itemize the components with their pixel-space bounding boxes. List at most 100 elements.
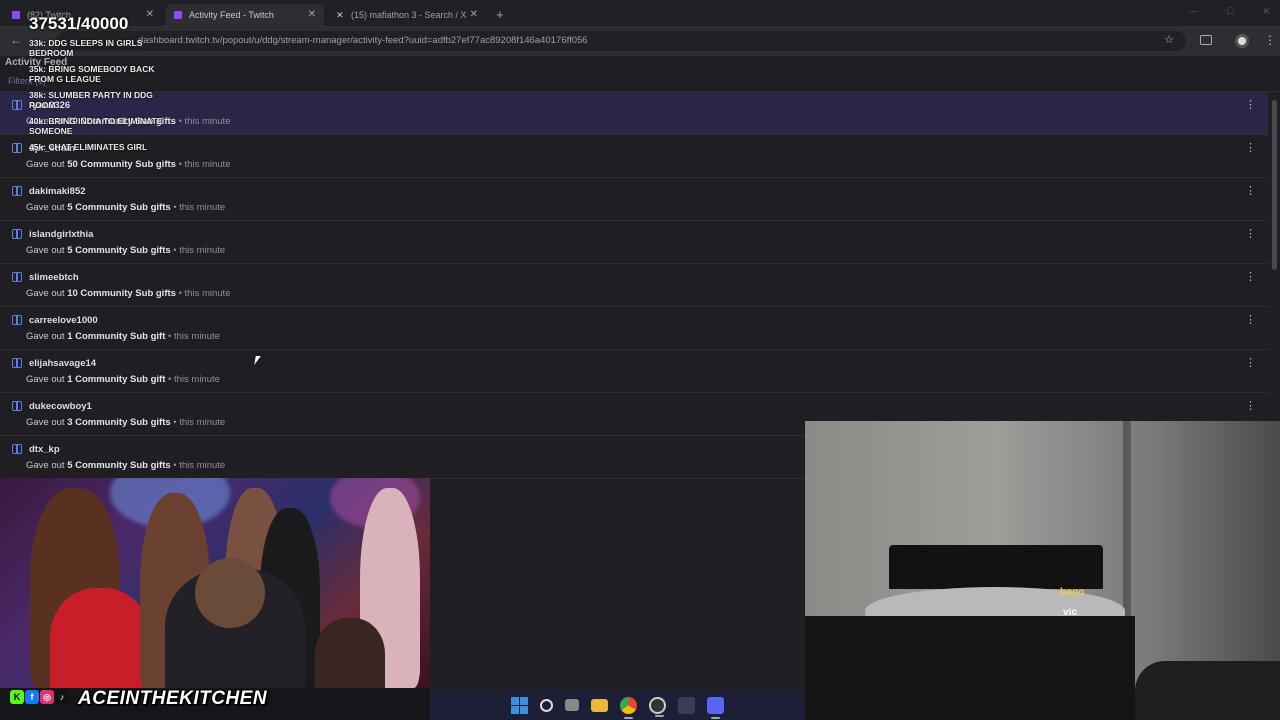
- streamer-name: ACEINTHEKITCHEN: [78, 688, 268, 709]
- minimize-icon[interactable]: —: [1189, 6, 1198, 17]
- sub-goal-counter: 37531/40000: [29, 14, 129, 33]
- bookmark-star-icon[interactable]: ☆: [1164, 33, 1174, 46]
- close-icon[interactable]: ✕: [308, 9, 316, 20]
- obs-icon[interactable]: [649, 696, 666, 717]
- twitch-icon: [174, 11, 182, 19]
- profile-avatar-icon[interactable]: [1235, 34, 1249, 48]
- feed-time: • this minute: [165, 374, 220, 385]
- gift-icon: [12, 100, 22, 110]
- more-options-icon[interactable]: ⋮: [1245, 399, 1256, 412]
- tiktok-icon: ♪: [55, 690, 69, 704]
- more-options-icon[interactable]: ⋮: [1245, 270, 1256, 283]
- file-explorer-icon[interactable]: [591, 698, 608, 712]
- chrome-icon[interactable]: [620, 696, 637, 719]
- twitch-icon: [12, 11, 20, 19]
- scrollbar-thumb[interactable]: [1272, 100, 1277, 270]
- feed-time: • this minute: [165, 331, 220, 342]
- feed-description: Gave out 3 Community Sub gifts • this mi…: [26, 417, 225, 428]
- desc-prefix: Gave out: [26, 245, 68, 256]
- tab-activity-feed[interactable]: Activity Feed - Twitch ✕: [166, 4, 324, 26]
- omnibox[interactable]: dashboard.twitch.tv/popout/u/ddg/stream-…: [56, 31, 1186, 51]
- more-options-icon[interactable]: ⋮: [1245, 227, 1256, 240]
- more-options-icon[interactable]: ⋮: [1245, 313, 1256, 326]
- milestone-item: 38k: SLUMBER PARTY IN DDG ROOM: [29, 90, 153, 110]
- active-indicator: [711, 716, 720, 719]
- gift-icon: [12, 315, 22, 325]
- address-bar: ← dashboard.twitch.tv/popout/u/ddg/strea…: [0, 26, 1280, 56]
- close-window-icon[interactable]: ✕: [1262, 6, 1270, 17]
- discord-icon[interactable]: [707, 696, 724, 719]
- windows-start-icon[interactable]: [511, 696, 528, 714]
- back-arrow-icon[interactable]: ←: [10, 33, 22, 47]
- search-icon[interactable]: [540, 698, 553, 712]
- active-indicator: [624, 716, 633, 719]
- extensions-icon[interactable]: [1200, 35, 1212, 45]
- feed-item[interactable]: ryan2326 Gave out 20 Community Sub gifts…: [0, 92, 1268, 135]
- panel-header: [0, 56, 1280, 92]
- feed-description: Gave out 50 Community Sub gifts • this m…: [26, 159, 230, 170]
- feed-username[interactable]: elijahsavage14: [29, 358, 96, 369]
- milestone-item: 45k: CHAT ELIMINATES GIRL: [29, 142, 148, 152]
- task-view-icon[interactable]: [565, 699, 579, 711]
- screen: (82) Twitch ✕ Activity Feed - Twitch ✕ ✕…: [0, 0, 1280, 720]
- feed-item[interactable]: slimeebtch Gave out 10 Community Sub gif…: [0, 264, 1268, 307]
- plus-icon[interactable]: +: [496, 4, 504, 26]
- feed-username[interactable]: dakimaki852: [29, 186, 86, 197]
- tab-x-search[interactable]: ✕ (15) mafiathon 3 - Search / X ✕: [328, 4, 486, 26]
- gift-amount: 5 Community Sub gifts: [67, 202, 171, 213]
- maximize-icon[interactable]: ☐: [1226, 6, 1234, 17]
- feed-username[interactable]: islandgirlxthia: [29, 229, 93, 240]
- desc-prefix: Gave out: [26, 202, 68, 213]
- gift-amount: 1 Community Sub gift: [67, 374, 166, 385]
- feed-time: • this minute: [170, 245, 226, 256]
- tab-label: Activity Feed - Twitch: [189, 10, 274, 20]
- milestone-item: 33k: DDG SLEEPS IN GIRLS BEDROOM: [29, 38, 143, 58]
- desc-prefix: Gave out: [26, 331, 68, 342]
- feed-time: • this minute: [175, 288, 231, 299]
- feed-item[interactable]: islandgirlxthia Gave out 5 Community Sub…: [0, 221, 1268, 264]
- more-options-icon[interactable]: ⋮: [1245, 141, 1256, 154]
- gift-amount: 1 Community Sub gift: [67, 331, 166, 342]
- feed-item[interactable]: dakimaki852 Gave out 5 Community Sub gif…: [0, 178, 1268, 221]
- media-icon[interactable]: [678, 696, 695, 714]
- webcam-feed: booo vic: [805, 421, 1280, 720]
- feed-item[interactable]: carreelove1000 Gave out 1 Community Sub …: [0, 307, 1268, 350]
- feed-item[interactable]: dpr_ethan Gave out 50 Community Sub gift…: [0, 135, 1268, 178]
- stream-video: [0, 478, 430, 690]
- tab-label: (15) mafiathon 3 - Search / X: [351, 10, 467, 20]
- person: [195, 558, 265, 628]
- window-controls: — ☐ ✕: [1189, 6, 1270, 17]
- more-options-icon[interactable]: ⋮: [1245, 184, 1256, 197]
- close-icon[interactable]: ✕: [146, 9, 154, 20]
- gift-amount: 3 Community Sub gifts: [67, 417, 171, 428]
- chat-tag: vic: [1063, 607, 1077, 618]
- milestone-item: 35k: BRING SOMEBODY BACK FROM G LEAGUE: [29, 64, 155, 84]
- feed-username[interactable]: slimeebtch: [29, 272, 79, 283]
- feed-time: • this minute: [170, 417, 226, 428]
- browser-tabbar: (82) Twitch ✕ Activity Feed - Twitch ✕ ✕…: [0, 0, 1280, 26]
- foreground-box: [805, 616, 1135, 720]
- feed-username[interactable]: dukecowboy1: [29, 401, 92, 412]
- instagram-icon: ◎: [40, 690, 54, 704]
- gift-icon: [12, 401, 22, 411]
- desc-prefix: Gave out: [26, 288, 68, 299]
- gift-icon: [12, 272, 22, 282]
- social-icons: K f ◎ ♪: [10, 690, 69, 704]
- kebab-menu-icon[interactable]: ⋮: [1264, 33, 1276, 47]
- desc-prefix: Gave out: [26, 460, 68, 471]
- url-text: dashboard.twitch.tv/popout/u/ddg/stream-…: [138, 35, 588, 46]
- x-logo-icon: ✕: [336, 10, 344, 20]
- bed-headboard: [889, 545, 1103, 589]
- windows-taskbar: [430, 690, 805, 720]
- chat-tag: booo: [1060, 587, 1085, 598]
- person: [50, 588, 150, 690]
- feed-username[interactable]: dtx_kp: [29, 444, 60, 455]
- more-options-icon[interactable]: ⋮: [1245, 356, 1256, 369]
- feed-description: Gave out 5 Community Sub gifts • this mi…: [26, 245, 225, 256]
- more-options-icon[interactable]: ⋮: [1245, 98, 1256, 111]
- close-icon[interactable]: ✕: [470, 9, 478, 20]
- feed-username[interactable]: carreelove1000: [29, 315, 98, 326]
- gift-amount: 50 Community Sub gifts: [67, 159, 176, 170]
- gift-amount: 5 Community Sub gifts: [67, 245, 171, 256]
- feed-item[interactable]: elijahsavage14 Gave out 1 Community Sub …: [0, 350, 1268, 393]
